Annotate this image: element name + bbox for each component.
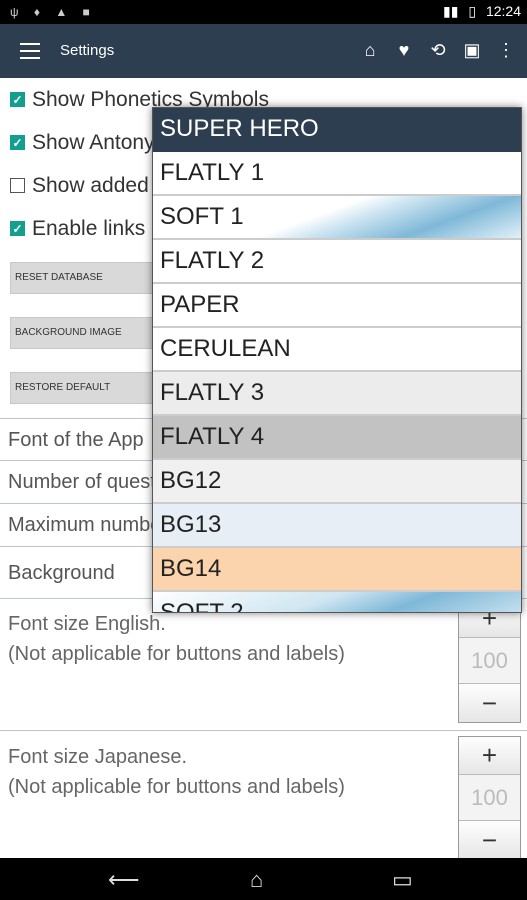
font-size-japanese-note: (Not applicable for buttons and labels) [8, 776, 345, 798]
clock: 12:24 [485, 3, 521, 19]
clipboard-icon[interactable]: ▣ [461, 38, 483, 62]
checkbox-checked-icon[interactable]: ✓ [10, 221, 25, 236]
pref-label: Font of the App [8, 429, 144, 451]
dropdown-option[interactable]: BG14 [153, 548, 521, 592]
notification-icons: ψ ♦ ▲ ■ [10, 5, 96, 19]
minus-button[interactable]: − [459, 684, 520, 722]
dropdown-option[interactable]: FLATLY 1 [153, 152, 521, 196]
checkbox-label: Enable links [32, 217, 146, 240]
font-size-english-value[interactable]: 100 [459, 638, 520, 684]
minus-button[interactable]: − [459, 821, 520, 859]
reset-database-button[interactable]: RESET DATABASE [10, 262, 170, 294]
home-icon[interactable]: ⌂ [359, 38, 381, 62]
action-icons: ⌂ ♥ ⟲ ▣ ⋮ [359, 38, 517, 62]
dropdown-option[interactable]: BG12 [153, 460, 521, 504]
font-size-japanese-row: Font size Japanese. (Not applicable for … [0, 732, 527, 860]
pref-label: Maximum number [8, 514, 169, 536]
status-bar: ψ ♦ ▲ ■ ▮▮ ▯ 12:24 [0, 0, 527, 24]
font-size-english-row: Font size English. (Not applicable for b… [0, 599, 527, 731]
recents-icon[interactable]: ▭ [392, 867, 413, 893]
restore-default-button[interactable]: RESTORE DEFAULT [10, 372, 170, 404]
hamburger-icon[interactable] [20, 43, 40, 59]
battery-icon: ▯ [468, 3, 477, 19]
dropdown-option[interactable]: PAPER [153, 284, 521, 328]
app-bar: Settings ⌂ ♥ ⟲ ▣ ⋮ [0, 24, 527, 78]
background-image-button[interactable]: BACKGROUND IMAGE [10, 317, 170, 349]
system-nav-bar: ⟵ ⌂ ▭ [0, 858, 527, 900]
checkbox-checked-icon[interactable]: ✓ [10, 92, 25, 107]
font-size-english-label: Font size English. [8, 613, 166, 635]
history-icon[interactable]: ⟲ [427, 38, 449, 62]
overflow-menu-icon[interactable]: ⋮ [495, 38, 517, 62]
dropdown-option[interactable]: SUPER HERO [153, 108, 521, 152]
font-size-english-stepper[interactable]: + 100 − [458, 599, 521, 723]
dropdown-option[interactable]: FLATLY 4 [153, 416, 521, 460]
dropdown-option[interactable]: CERULEAN [153, 328, 521, 372]
dropdown-option[interactable]: FLATLY 3 [153, 372, 521, 416]
pref-label: Background [8, 562, 115, 584]
plus-button[interactable]: + [459, 737, 520, 775]
home-nav-icon[interactable]: ⌂ [250, 867, 263, 893]
page-title: Settings [60, 42, 115, 59]
signal-icon: ▮▮ [443, 3, 459, 19]
font-size-english-note: (Not applicable for buttons and labels) [8, 643, 345, 665]
dropdown-option[interactable]: SOFT 2 [153, 592, 521, 612]
dropdown-option[interactable]: BG13 [153, 504, 521, 548]
font-size-japanese-stepper[interactable]: + 100 − [458, 736, 521, 860]
font-size-japanese-value[interactable]: 100 [459, 775, 520, 821]
dropdown-option[interactable]: FLATLY 2 [153, 240, 521, 284]
dropdown-option[interactable]: SOFT 1 [153, 196, 521, 240]
checkbox-unchecked-icon[interactable] [10, 178, 25, 193]
background-dropdown-list[interactable]: SUPER HERO FLATLY 1 SOFT 1 FLATLY 2 PAPE… [152, 107, 522, 613]
heart-icon[interactable]: ♥ [393, 38, 415, 62]
font-size-japanese-label: Font size Japanese. [8, 746, 187, 768]
back-icon[interactable]: ⟵ [108, 867, 140, 893]
checkbox-checked-icon[interactable]: ✓ [10, 135, 25, 150]
